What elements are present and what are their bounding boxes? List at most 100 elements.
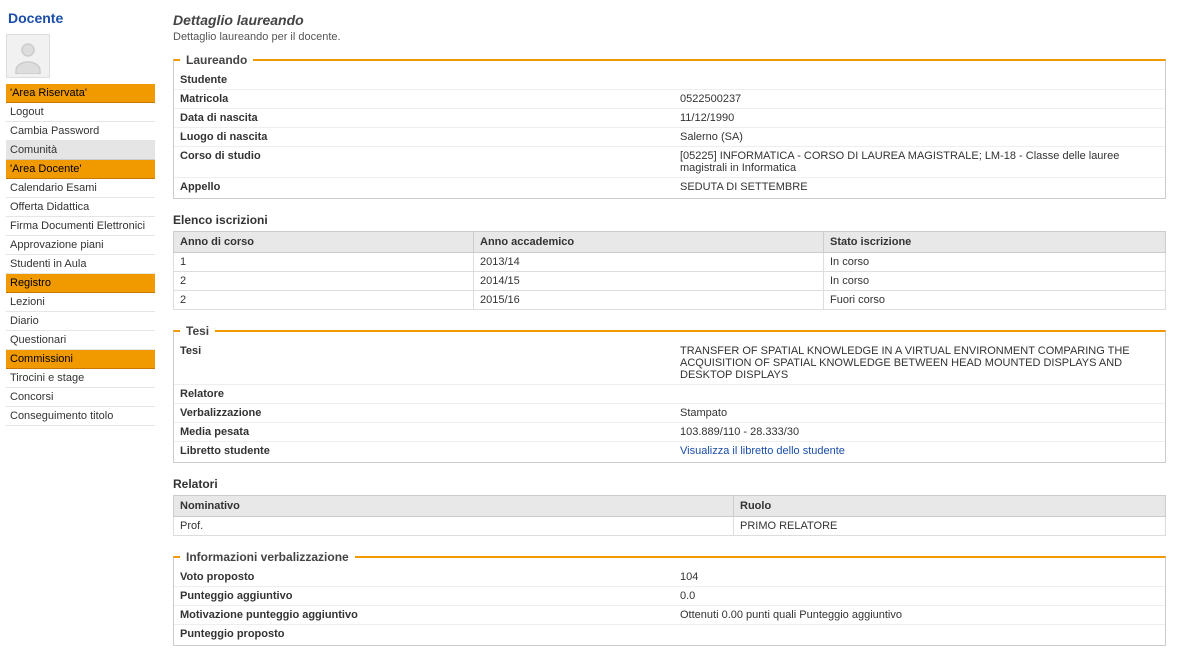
row-label: Media pesata [174,423,674,442]
table-row: Voto proposto104 [174,568,1165,587]
sidebar-item[interactable]: Logout [6,103,155,122]
row-label: Libretto studente [174,442,674,461]
row-value[interactable]: Visualizza il libretto dello studente [674,442,1165,461]
sidebar-item[interactable]: Questionari [6,331,155,350]
row-label: Voto proposto [174,568,674,587]
tesi-table: TesiTRANSFER OF SPATIAL KNOWLEDGE IN A V… [174,342,1165,460]
row-value: 103.889/110 - 28.333/30 [674,423,1165,442]
verbalizzazione-panel: Informazioni verbalizzazione Voto propos… [173,550,1166,646]
sidebar-item[interactable]: Tirocini e stage [6,369,155,388]
avatar [6,34,50,78]
main-content: Dettaglio laureando Dettaglio laureando … [155,0,1180,660]
row-label: Appello [174,178,674,197]
table-row: Motivazione punteggio aggiuntivoOttenuti… [174,606,1165,625]
sidebar-item[interactable]: Concorsi [6,388,155,407]
row-value: TRANSFER OF SPATIAL KNOWLEDGE IN A VIRTU… [674,342,1165,385]
row-value: Salerno (SA) [674,128,1165,147]
row-label: Relatore [174,385,674,404]
table-row: VerbalizzazioneStampato [174,404,1165,423]
sidebar-item[interactable]: Conseguimento titolo [6,407,155,426]
row-label: Matricola [174,90,674,109]
column-header: Ruolo [734,496,1166,517]
sidebar-item[interactable]: Firma Documenti Elettronici [6,217,155,236]
page-title: Dettaglio laureando [173,12,1166,28]
sidebar-item[interactable]: Studenti in Aula [6,255,155,274]
sidebar-item[interactable]: Lezioni [6,293,155,312]
table-row: TesiTRANSFER OF SPATIAL KNOWLEDGE IN A V… [174,342,1165,385]
table-row: Corso di studio[05225] INFORMATICA - COR… [174,147,1165,178]
page-subtitle: Dettaglio laureando per il docente. [173,31,1166,43]
table-row: Relatore [174,385,1165,404]
table-row: Media pesata103.889/110 - 28.333/30 [174,423,1165,442]
cell: In corso [824,272,1166,291]
row-value [674,71,1165,90]
sidebar-item[interactable]: Cambia Password [6,122,155,141]
row-value [674,385,1165,404]
sidebar-item: Commissioni [6,350,155,369]
cell: 2014/15 [474,272,824,291]
iscrizioni-table: Anno di corsoAnno accademicoStato iscriz… [173,231,1166,310]
table-row: Punteggio proposto [174,625,1165,644]
table-row: Libretto studenteVisualizza il libretto … [174,442,1165,461]
row-label: Corso di studio [174,147,674,178]
table-row: 22015/16Fuori corso [174,291,1166,310]
column-header: Anno accademico [474,232,824,253]
sidebar-item[interactable]: Comunità [6,141,155,160]
column-header: Stato iscrizione [824,232,1166,253]
table-row: AppelloSEDUTA DI SETTEMBRE [174,178,1165,197]
verbalizzazione-legend: Informazioni verbalizzazione [180,550,355,564]
column-header: Anno di corso [174,232,474,253]
row-label: Tesi [174,342,674,385]
sidebar-item[interactable]: Calendario Esami [6,179,155,198]
table-row: Data di nascita11/12/1990 [174,109,1165,128]
sidebar-item[interactable]: Offerta Didattica [6,198,155,217]
iscrizioni-heading: Elenco iscrizioni [173,213,1166,227]
row-value: SEDUTA DI SETTEMBRE [674,178,1165,197]
row-label: Studente [174,71,674,90]
row-value: [05225] INFORMATICA - CORSO DI LAUREA MA… [674,147,1165,178]
username [58,34,60,44]
table-row: 22014/15In corso [174,272,1166,291]
row-label: Punteggio proposto [174,625,674,644]
sidebar-item: Registro [6,274,155,293]
sidebar-item: 'Area Docente' [6,160,155,179]
laureando-table: StudenteMatricola0522500237Data di nasci… [174,71,1165,196]
cell: 2013/14 [474,253,824,272]
cell: 2 [174,291,474,310]
row-label: Motivazione punteggio aggiuntivo [174,606,674,625]
sidebar-title: Docente [6,10,155,26]
row-label: Punteggio aggiuntivo [174,587,674,606]
table-row: 12013/14In corso [174,253,1166,272]
row-value: 0522500237 [674,90,1165,109]
column-header: Nominativo [174,496,734,517]
row-label: Verbalizzazione [174,404,674,423]
table-row: Punteggio aggiuntivo0.0 [174,587,1165,606]
row-value: 104 [674,568,1165,587]
table-row: Studente [174,71,1165,90]
cell: 1 [174,253,474,272]
row-value: Ottenuti 0.00 punti quali Punteggio aggi… [674,606,1165,625]
row-value [674,625,1165,644]
cell: Fuori corso [824,291,1166,310]
table-row: Luogo di nascitaSalerno (SA) [174,128,1165,147]
relatori-heading: Relatori [173,477,1166,491]
row-value: Stampato [674,404,1165,423]
sidebar-item: 'Area Riservata' [6,84,155,103]
row-label: Luogo di nascita [174,128,674,147]
sidebar-item[interactable]: Diario [6,312,155,331]
row-label: Data di nascita [174,109,674,128]
sidebar-item[interactable]: Approvazione piani [6,236,155,255]
row-value: 11/12/1990 [674,109,1165,128]
cell: In corso [824,253,1166,272]
table-row: Matricola0522500237 [174,90,1165,109]
tesi-legend: Tesi [180,324,215,338]
relatori-table: NominativoRuoloProf. PRIMO RELATORE [173,495,1166,536]
row-value: 0.0 [674,587,1165,606]
laureando-panel: Laureando StudenteMatricola0522500237Dat… [173,53,1166,199]
sidebar: Docente 'Area Riservata'LogoutCambia Pas… [0,0,155,660]
sidebar-menu: 'Area Riservata'LogoutCambia PasswordCom… [6,84,155,426]
verbalizzazione-table: Voto proposto104Punteggio aggiuntivo0.0M… [174,568,1165,643]
tesi-panel: Tesi TesiTRANSFER OF SPATIAL KNOWLEDGE I… [173,324,1166,463]
laureando-legend: Laureando [180,53,253,67]
cell: 2 [174,272,474,291]
